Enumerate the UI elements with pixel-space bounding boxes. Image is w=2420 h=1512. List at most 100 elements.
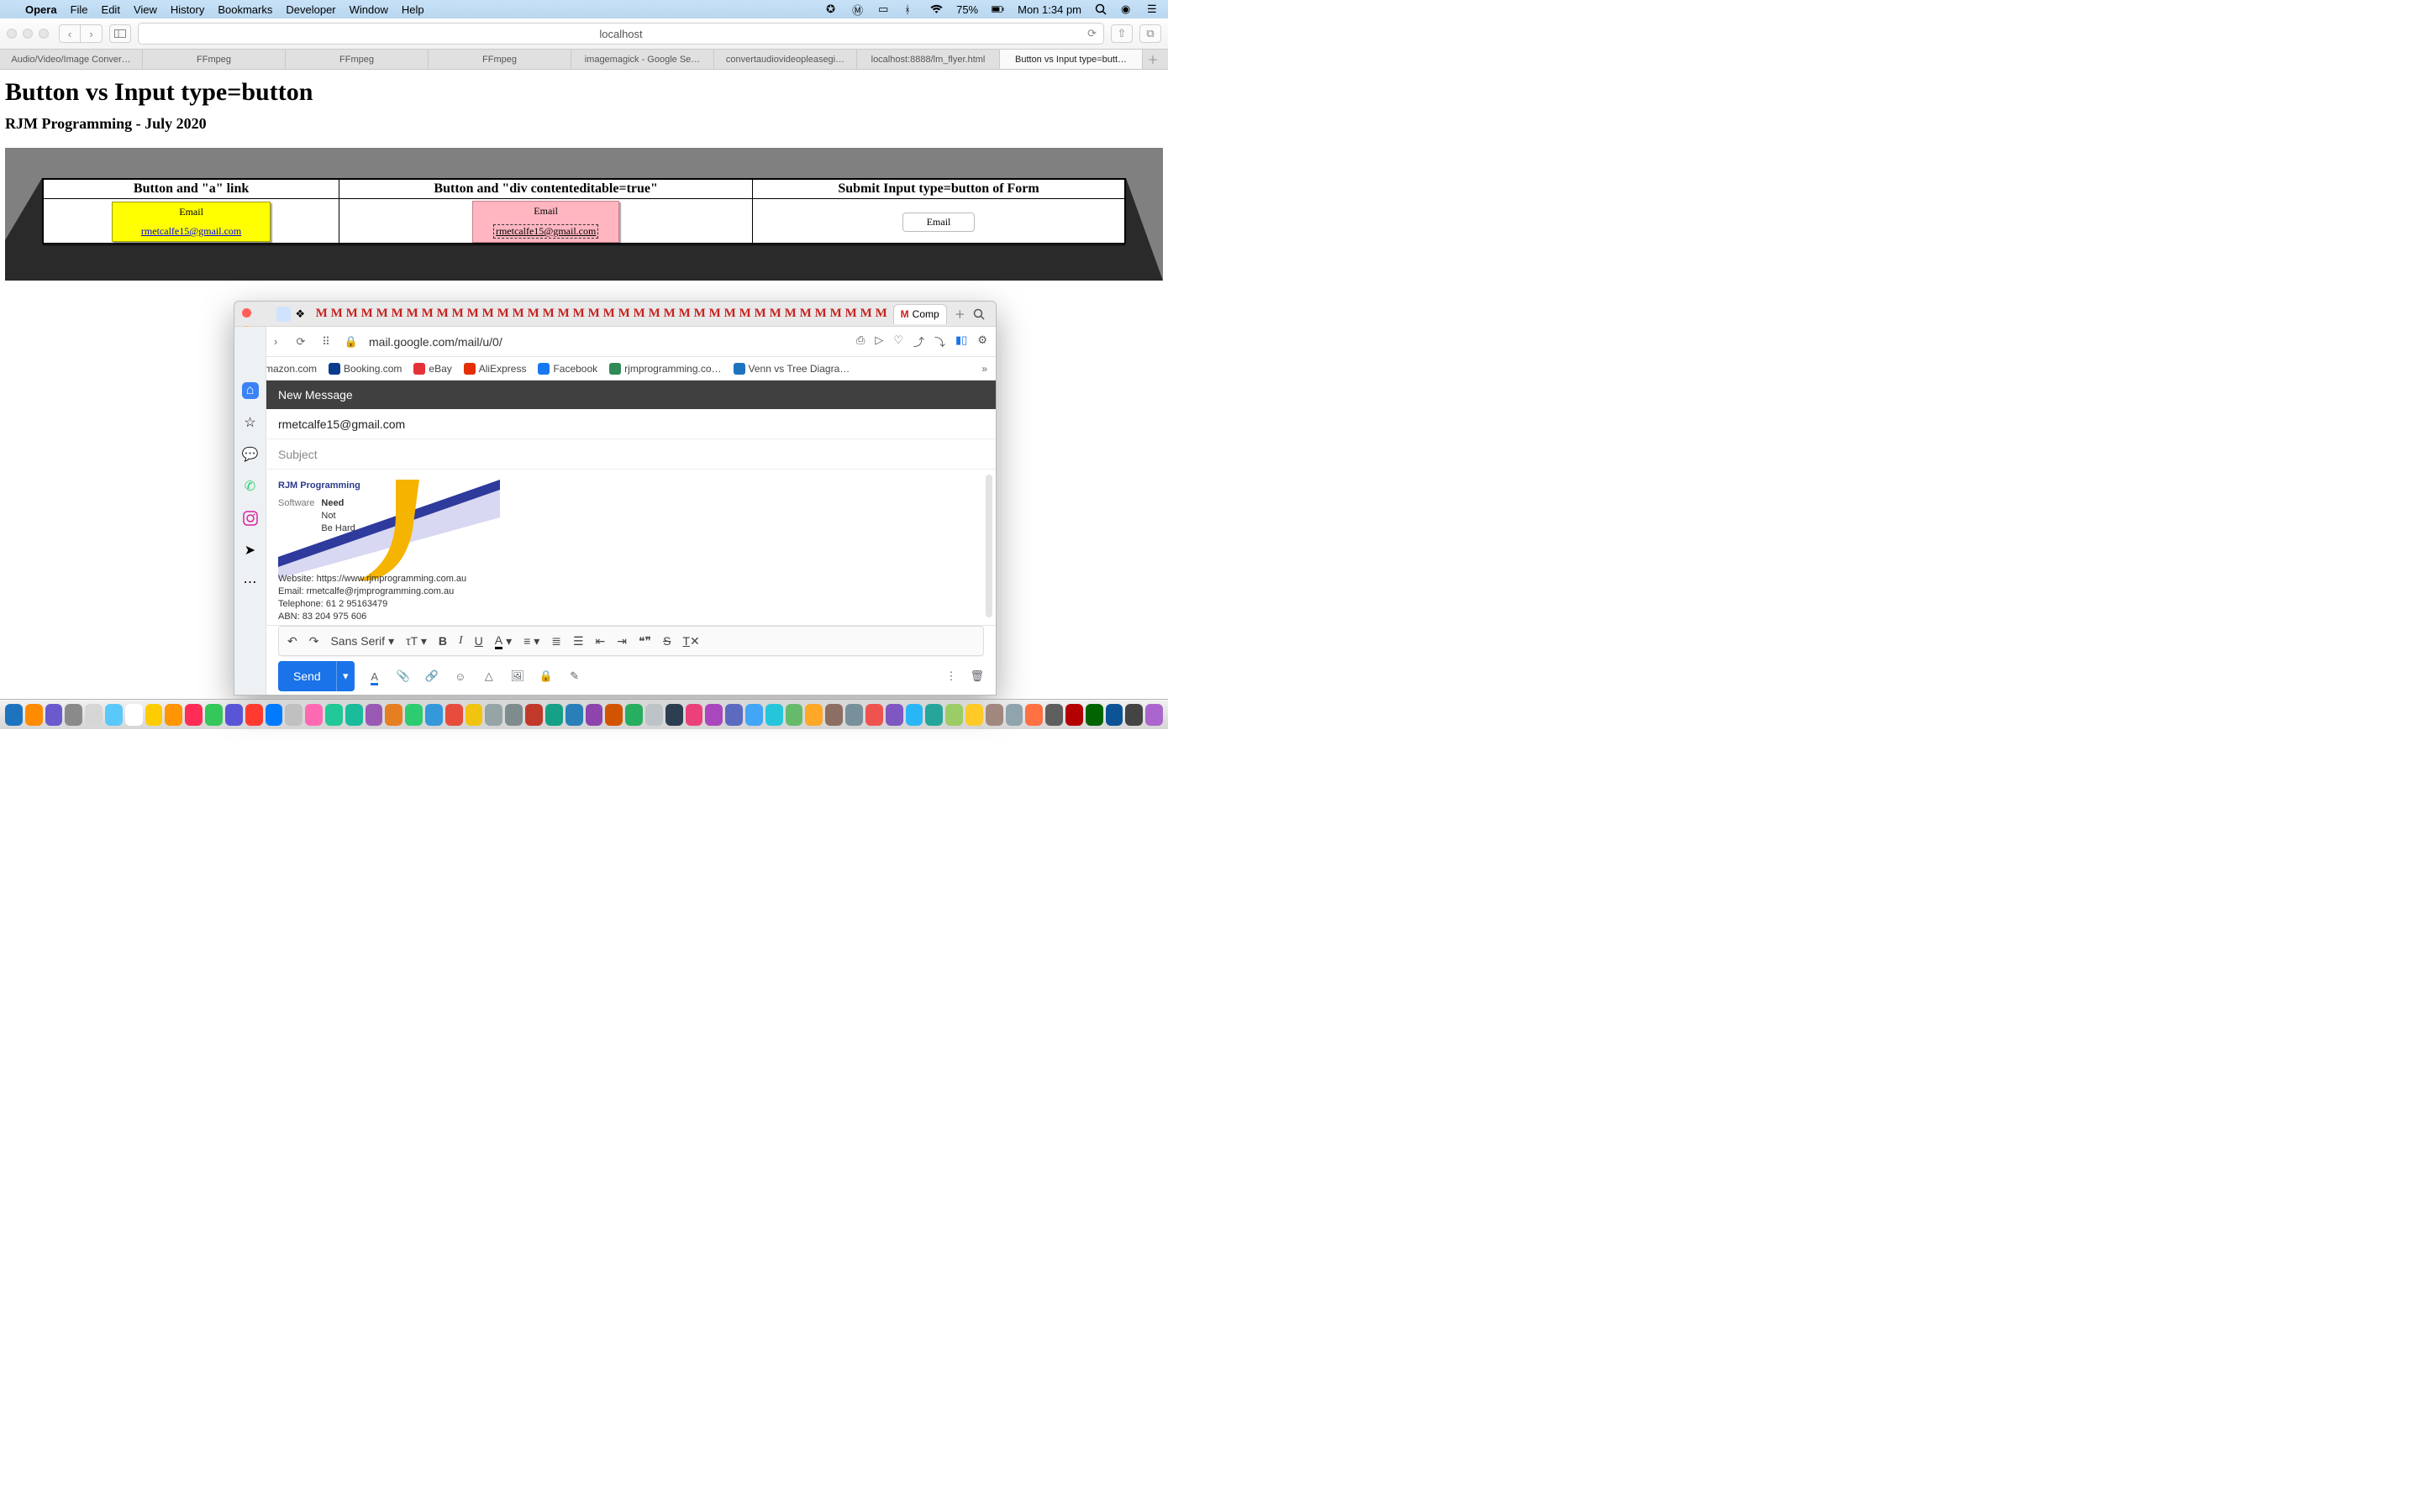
menu-file[interactable]: File [71, 3, 88, 16]
to-field[interactable]: rmetcalfe15@gmail.com [266, 409, 996, 439]
menu-history[interactable]: History [171, 3, 204, 16]
gmail-tab[interactable]: M [466, 306, 481, 323]
confidential-icon[interactable]: 🔒 [538, 669, 555, 683]
gmail-tab[interactable]: M [602, 306, 617, 323]
reload-icon[interactable]: ⟳ [1087, 27, 1097, 40]
browser-tab[interactable]: FFmpeg [143, 50, 286, 69]
send-icon[interactable]: ▷ [875, 333, 883, 349]
font-size-select[interactable]: τT ▾ [406, 634, 427, 648]
email-link[interactable]: rmetcalfe15@gmail.com [141, 225, 241, 238]
bookmark-item[interactable]: Venn vs Tree Diagra… [734, 363, 850, 375]
bluetooth-icon[interactable]: ᚼ [904, 3, 917, 16]
compose-body[interactable]: RJM Programming Software Need Not Be Har… [266, 470, 996, 626]
browser-tab[interactable]: FFmpeg [286, 50, 429, 69]
dock-app-icon[interactable] [285, 704, 302, 726]
font-select[interactable]: Sans Serif ▾ [330, 634, 394, 648]
dock-app-icon[interactable] [325, 704, 343, 726]
bookmark-item[interactable]: rjmprogramming.co… [609, 363, 721, 375]
new-tab-button[interactable]: ＋ [1143, 50, 1163, 69]
send-options-button[interactable]: ▾ [336, 661, 355, 691]
gmail-tab[interactable]: M [677, 306, 692, 323]
bookmark-item[interactable]: AliExpress [464, 363, 527, 375]
gmail-tab[interactable]: M [617, 306, 632, 323]
dock-app-icon[interactable] [425, 704, 443, 726]
dock-app-icon[interactable] [1145, 704, 1163, 726]
gmail-tab[interactable]: M [390, 306, 405, 323]
gmail-tab[interactable]: M [496, 306, 511, 323]
dock-app-icon[interactable] [85, 704, 103, 726]
clock[interactable]: Mon 1:34 pm [1018, 3, 1081, 16]
spotlight-icon[interactable] [1095, 3, 1107, 15]
bulleted-list-icon[interactable]: ☰ [573, 634, 584, 648]
dock-app-icon[interactable] [965, 704, 983, 726]
gmail-tab[interactable]: M [874, 306, 889, 323]
gmail-tab[interactable]: M [708, 306, 723, 323]
gmail-tab[interactable]: M [571, 306, 587, 323]
dock-app-icon[interactable] [725, 704, 743, 726]
dock-app-icon[interactable] [666, 704, 683, 726]
dock-app-icon[interactable] [145, 704, 163, 726]
align-button[interactable]: ≡ ▾ [523, 634, 539, 648]
dock-app-icon[interactable] [1065, 704, 1083, 726]
reload-icon[interactable]: ⟳ [293, 335, 308, 349]
numbered-list-icon[interactable]: ≣ [551, 634, 561, 648]
dock-app-icon[interactable] [165, 704, 182, 726]
gmail-tab[interactable]: M [375, 306, 390, 323]
more-options-icon[interactable]: ⋮ [945, 669, 956, 683]
gmail-tab[interactable]: M [556, 306, 571, 323]
bookmark-item[interactable]: Facebook [538, 363, 597, 375]
pink-email-button[interactable]: Email rmetcalfe15@gmail.com [472, 201, 619, 243]
dock-app-icon[interactable] [225, 704, 243, 726]
dock-app-icon[interactable] [1006, 704, 1023, 726]
window-controls[interactable] [7, 29, 49, 39]
battery-saver-icon[interactable]: ▮▯ [955, 333, 967, 349]
gmail-tab[interactable]: M [435, 306, 450, 323]
menu-edit[interactable]: Edit [102, 3, 120, 16]
share-button[interactable]: ⇧ [1111, 24, 1133, 43]
siri-icon[interactable]: ◉ [1121, 3, 1134, 16]
tab-icon[interactable] [276, 307, 291, 322]
dock-app-icon[interactable] [805, 704, 823, 726]
dock-app-icon[interactable] [786, 704, 803, 726]
url-text[interactable]: mail.google.com/mail/u/0/ [369, 335, 502, 349]
gmail-tab[interactable]: M [829, 306, 844, 323]
status-icon[interactable]: Ⓜ [852, 2, 865, 18]
quote-icon[interactable]: ❝❞ [639, 634, 651, 648]
notification-center-icon[interactable]: ☰ [1147, 3, 1160, 16]
subject-field[interactable]: Subject [266, 439, 996, 470]
flow-icon[interactable]: ➤ [242, 542, 259, 559]
dock-app-icon[interactable] [566, 704, 583, 726]
strikethrough-icon[interactable]: S [663, 634, 671, 648]
signature-icon[interactable]: ✎ [566, 669, 583, 683]
dock-app-icon[interactable] [906, 704, 923, 726]
dock-app-icon[interactable] [266, 704, 283, 726]
sidebar-button[interactable] [109, 24, 131, 43]
dock-app-icon[interactable] [545, 704, 563, 726]
dock-app-icon[interactable] [986, 704, 1003, 726]
dock-app-icon[interactable] [1086, 704, 1103, 726]
gmail-tab[interactable]: M [768, 306, 783, 323]
dock-app-icon[interactable] [825, 704, 843, 726]
clear-format-icon[interactable]: T✕ [682, 634, 699, 648]
dock-app-icon[interactable] [25, 704, 43, 726]
browser-tab[interactable]: Button vs Input type=butt… [1000, 50, 1143, 69]
dock-app-icon[interactable] [466, 704, 483, 726]
bookmarks-overflow-icon[interactable]: » [981, 363, 987, 375]
wifi-icon[interactable] [930, 4, 943, 14]
new-tab-button[interactable]: ＋ [951, 306, 969, 322]
dock-app-icon[interactable] [925, 704, 943, 726]
gmail-tab[interactable]: M [511, 306, 526, 323]
photo-icon[interactable]: 🖼 [509, 669, 526, 683]
format-icon[interactable]: A [366, 670, 383, 683]
dock-app-icon[interactable] [185, 704, 203, 726]
link-icon[interactable]: 🔗 [424, 669, 440, 683]
tabs-button[interactable]: ⧉ [1139, 24, 1161, 43]
status-icon[interactable]: ✪ [826, 3, 839, 16]
dock-app-icon[interactable] [686, 704, 703, 726]
gmail-tab[interactable]: M [329, 306, 345, 323]
dock-app-icon[interactable] [505, 704, 523, 726]
indent-less-icon[interactable]: ⇤ [596, 634, 606, 648]
italic-button[interactable]: I [459, 634, 463, 648]
easy-setup-icon[interactable]: ⚙ [977, 333, 987, 349]
dock-app-icon[interactable] [745, 704, 763, 726]
